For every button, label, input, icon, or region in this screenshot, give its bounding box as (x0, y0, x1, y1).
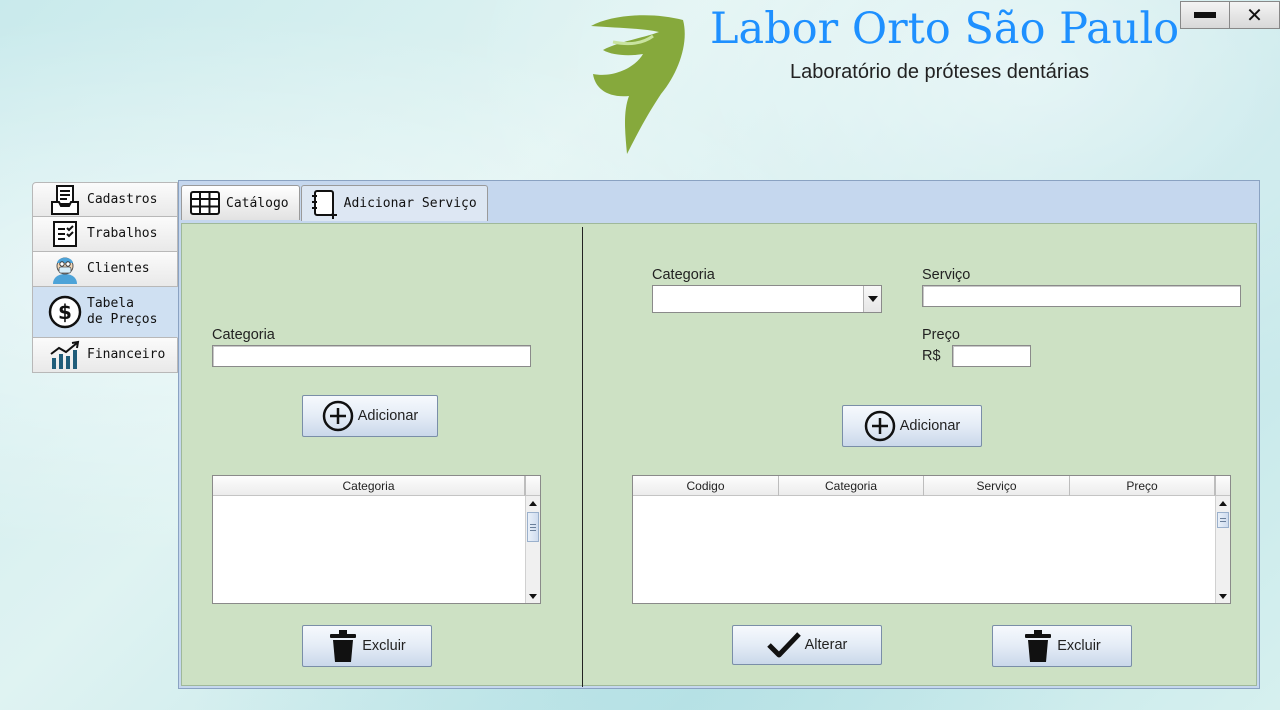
sidebar-item-trabalhos[interactable]: Trabalhos (32, 217, 178, 252)
brand-subtitle: Laboratório de próteses dentárias (790, 61, 1090, 83)
vertical-scrollbar[interactable] (1215, 496, 1230, 603)
chart-icon (47, 339, 83, 371)
price-input[interactable] (952, 345, 1031, 367)
column-header-preco: Preço (1070, 476, 1215, 496)
tab-adicionar-servico[interactable]: Adicionar Serviço (300, 185, 488, 221)
dentist-icon (47, 253, 83, 285)
service-input[interactable] (922, 285, 1241, 307)
service-category-label: Categoria (652, 267, 715, 283)
add-service-button[interactable]: Adicionar (842, 405, 982, 447)
button-label: Alterar (804, 637, 848, 653)
sidebar-item-cadastros[interactable]: Cadastros (32, 182, 178, 217)
checkmark-icon (766, 631, 801, 659)
svg-text:$: $ (58, 300, 72, 324)
sidebar: Cadastros Trabalhos Clientes $ Tabela de… (32, 182, 178, 373)
sidebar-item-label: Cadastros (87, 191, 158, 207)
button-label: Excluir (362, 638, 406, 654)
table-header: Codigo Categoria Serviço Preço (633, 476, 1215, 496)
tab-catalogo[interactable]: Catálogo (181, 185, 300, 220)
column-header-categoria: Categoria (779, 476, 924, 496)
chevron-down-icon[interactable] (863, 286, 881, 312)
tab-bar: Catálogo Adicionar Serviço (181, 185, 488, 221)
close-icon: ✕ (1246, 3, 1263, 27)
panel-divider (582, 227, 583, 687)
scroll-down-icon[interactable] (1216, 589, 1230, 603)
delete-category-button[interactable]: Excluir (302, 625, 432, 667)
edit-service-button[interactable]: Alterar (732, 625, 882, 665)
service-label: Serviço (922, 267, 971, 283)
column-header-servico: Serviço (924, 476, 1070, 496)
category-dropdown[interactable] (652, 285, 882, 313)
scroll-down-icon[interactable] (526, 589, 540, 603)
scroll-thumb[interactable] (527, 512, 539, 542)
category-label: Categoria (212, 327, 275, 343)
delete-service-button[interactable]: Excluir (992, 625, 1132, 667)
close-button[interactable]: ✕ (1230, 1, 1280, 29)
price-label: Preço (922, 327, 960, 343)
category-input[interactable] (212, 345, 531, 367)
tab-content: Categoria Adicionar Categoria Excluir Ca… (181, 223, 1257, 687)
sidebar-item-label: Financeiro (87, 347, 166, 362)
column-header: Categoria (213, 476, 525, 496)
checklist-icon (47, 218, 83, 250)
button-label: Adicionar (899, 418, 961, 434)
minimize-button[interactable] (1180, 1, 1230, 29)
sidebar-item-clientes[interactable]: Clientes (32, 252, 178, 287)
vertical-scrollbar[interactable] (525, 496, 540, 603)
button-label: Excluir (1057, 638, 1101, 654)
sidebar-item-tabela-precos[interactable]: $ Tabela de Preços (32, 287, 178, 338)
dollar-icon: $ (47, 295, 83, 329)
header-corner (1215, 476, 1230, 496)
button-label: Adicionar (357, 408, 419, 424)
tab-label: Adicionar Serviço (343, 196, 477, 211)
services-table[interactable]: Codigo Categoria Serviço Preço (632, 475, 1231, 604)
sidebar-item-label: Clientes (87, 261, 150, 276)
column-header-codigo: Codigo (633, 476, 779, 496)
header-corner (525, 476, 540, 496)
plus-circle-icon (322, 400, 354, 432)
register-icon (47, 184, 83, 216)
add-category-button[interactable]: Adicionar (302, 395, 438, 437)
sidebar-item-label: Trabalhos (87, 226, 158, 241)
main-panel: Catálogo Adicionar Serviço Categoria Adi… (178, 180, 1260, 689)
tab-label: Catálogo (226, 195, 289, 211)
trash-icon (1023, 629, 1053, 663)
scroll-thumb[interactable] (1217, 512, 1229, 528)
table-icon (190, 191, 220, 215)
minimize-icon (1194, 12, 1216, 18)
plus-circle-icon (864, 410, 896, 442)
sidebar-item-label: Tabela de Preços (87, 296, 158, 327)
scroll-up-icon[interactable] (1216, 496, 1230, 510)
tooth-logo-icon (591, 15, 685, 155)
currency-label: R$ (922, 348, 941, 364)
window-controls: ✕ (1180, 1, 1280, 29)
trash-icon (328, 629, 358, 663)
table-header: Categoria (213, 476, 525, 496)
brand-title: Labor Orto São Paulo (710, 4, 1180, 54)
add-document-icon (310, 189, 338, 219)
sidebar-item-financeiro[interactable]: Financeiro (32, 338, 178, 373)
category-table[interactable]: Categoria (212, 475, 541, 604)
scroll-up-icon[interactable] (526, 496, 540, 510)
